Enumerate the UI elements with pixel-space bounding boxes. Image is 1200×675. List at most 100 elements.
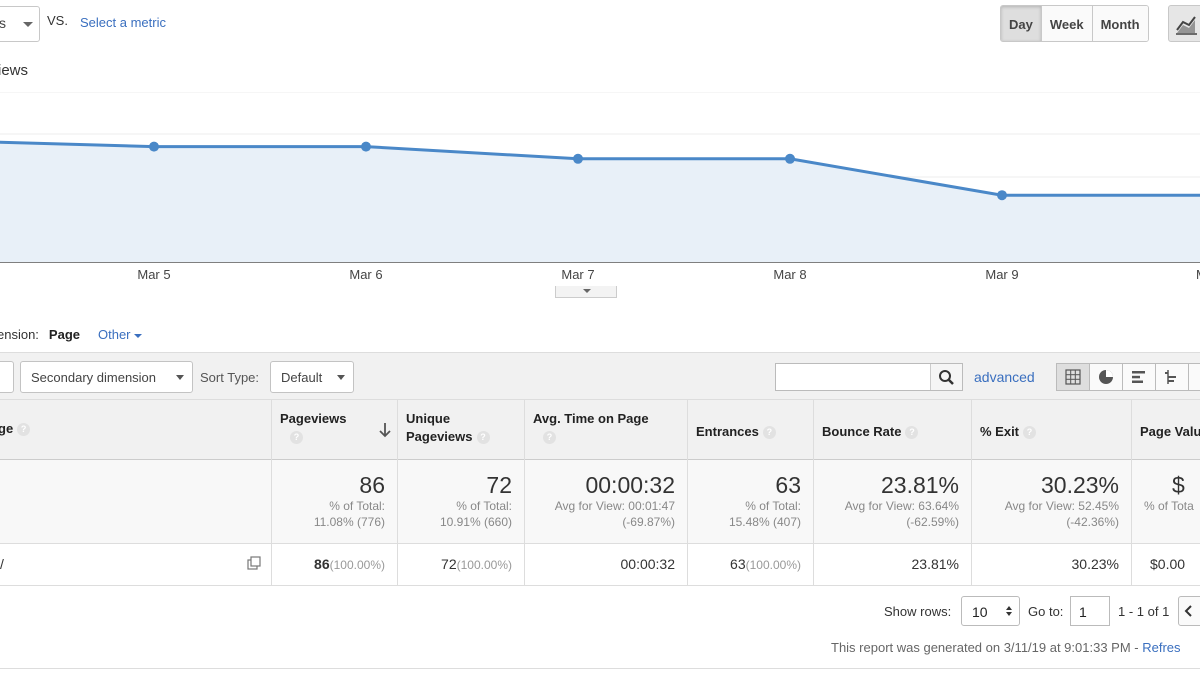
- col-unique-label-1: Unique: [406, 411, 451, 426]
- total-entrances-sub2: 15.48% (407): [728, 514, 801, 529]
- row-entrances-value: 63: [730, 556, 746, 572]
- total-page-value: $ % of Tota: [1131, 460, 1200, 544]
- x-tick-label: Mar 5: [137, 267, 170, 282]
- total-unique-value: 72: [486, 472, 512, 498]
- dimension-other[interactable]: Other: [98, 327, 142, 342]
- table-grid-icon: [1065, 369, 1081, 385]
- search-button[interactable]: [930, 364, 962, 390]
- pagination-range: 1 - 1 of 1: [1118, 604, 1170, 619]
- row-unique-pct: (100.00%): [456, 558, 512, 572]
- col-bounce-label: Bounce Rate: [822, 424, 902, 439]
- total-unique: 72 % of Total: 10.91% (660): [397, 460, 524, 544]
- report-generated-label: This report was generated on 3/11/19 at …: [831, 640, 1143, 655]
- row-exit: 30.23%: [971, 544, 1131, 586]
- table-row[interactable]: / 86(100.00%) 72(100.00%) 00:00:32 63(10…: [0, 544, 1200, 586]
- period-month-button[interactable]: Month: [1092, 6, 1148, 41]
- total-entrances-sub1: % of Total:: [745, 499, 801, 513]
- total-page-value-value: $: [1172, 472, 1185, 498]
- total-unique-sub2: 10.91% (660): [439, 514, 512, 529]
- total-unique-sub1: % of Total:: [456, 499, 512, 513]
- total-bounce: 23.81% Avg for View: 63.64% (-62.59%): [813, 460, 971, 544]
- refresh-report-link[interactable]: Refres: [1142, 640, 1180, 655]
- x-tick-label: Mar 6: [349, 267, 382, 282]
- help-icon[interactable]: ?: [762, 426, 776, 440]
- col-unique-pageviews[interactable]: Unique Pageviews?: [397, 400, 524, 460]
- col-entrances[interactable]: Entrances?: [687, 400, 813, 460]
- col-page[interactable]: ge?: [0, 400, 271, 460]
- select-metric-link[interactable]: Select a metric: [80, 15, 166, 30]
- chart-type-button[interactable]: [1168, 5, 1200, 42]
- period-week-button[interactable]: Week: [1041, 6, 1093, 41]
- chevron-down-icon: [133, 333, 142, 338]
- row-pageviews-value: 86: [314, 556, 330, 572]
- col-pageviews[interactable]: Pageviews ?: [271, 400, 397, 460]
- show-rows-value: 10: [972, 604, 988, 620]
- col-bounce-rate[interactable]: Bounce Rate?: [813, 400, 971, 460]
- row-entrances: 63(100.00%): [687, 544, 813, 586]
- show-rows-select[interactable]: 10: [961, 596, 1020, 626]
- open-link-icon[interactable]: [247, 556, 261, 570]
- total-bounce-value: 23.81%: [880, 472, 959, 498]
- row-entrances-pct: (100.00%): [745, 558, 801, 572]
- sort-type-value: Default: [281, 370, 323, 385]
- view-table-button[interactable]: [1056, 363, 1090, 391]
- total-avg-time: 00:00:32 Avg for View: 00:01:47 (-69.87%…: [524, 460, 687, 544]
- help-icon[interactable]: ?: [1023, 426, 1037, 440]
- dimension-page[interactable]: Page: [49, 327, 80, 342]
- chart-collapse-handle[interactable]: [555, 286, 617, 298]
- total-pageviews-sub1: % of Total:: [329, 499, 385, 513]
- table-search-input[interactable]: [775, 363, 963, 391]
- row-bounce: 23.81%: [813, 544, 971, 586]
- goto-page-input[interactable]: 1: [1070, 596, 1110, 626]
- help-icon[interactable]: ?: [905, 426, 919, 440]
- show-rows-label: Show rows:: [884, 604, 952, 619]
- col-page-value[interactable]: Page Valu: [1131, 400, 1200, 460]
- total-pageviews-value: 86: [359, 472, 385, 498]
- total-avg-time-sub1: Avg for View: 00:01:47: [554, 499, 675, 513]
- total-exit-sub1: Avg for View: 52.45%: [1004, 499, 1119, 513]
- view-comparison-button[interactable]: [1155, 363, 1189, 391]
- sort-desc-arrow-icon: [379, 423, 391, 438]
- metric-selector[interactable]: s: [0, 6, 40, 42]
- secondary-dimension-label: Secondary dimension: [31, 370, 157, 385]
- col-page-value-label: Page Valu: [1140, 424, 1200, 439]
- help-icon[interactable]: ?: [17, 423, 31, 437]
- bar-list-icon: [1132, 371, 1145, 383]
- sort-type-label: Sort Type:: [200, 370, 260, 385]
- pageviews-chart: Mar 5 Mar 6 Mar 7 Mar 8 Mar 9 M: [0, 92, 1200, 282]
- total-exit-value: 30.23%: [1040, 472, 1119, 498]
- help-icon[interactable]: ?: [543, 431, 556, 445]
- plot-rows-button[interactable]: [0, 361, 14, 393]
- primary-dimension-row: ension: Page Other: [0, 327, 142, 342]
- col-avg-time[interactable]: Avg. Time on Page ?: [524, 400, 687, 460]
- view-performance-button[interactable]: [1122, 363, 1156, 391]
- dimension-other-label: Other: [98, 327, 131, 342]
- data-point: [149, 141, 159, 152]
- help-icon[interactable]: ?: [290, 431, 303, 445]
- previous-page-button[interactable]: [1178, 596, 1200, 626]
- col-pageviews-label: Pageviews: [280, 411, 347, 426]
- col-page-label: ge: [0, 421, 14, 436]
- col-exit[interactable]: % Exit?: [971, 400, 1131, 460]
- secondary-dimension-select[interactable]: Secondary dimension: [20, 361, 193, 393]
- pie-chart-icon: [1099, 370, 1113, 384]
- advanced-filter-link[interactable]: advanced: [974, 369, 1035, 385]
- report-generated-text: This report was generated on 3/11/19 at …: [831, 640, 1181, 655]
- col-avg-time-label: Avg. Time on Page: [533, 411, 649, 426]
- col-entrances-label: Entrances: [696, 424, 759, 439]
- total-pageviews: 86 % of Total: 11.08% (776): [271, 460, 397, 544]
- row-pageviews-pct: (100.00%): [329, 558, 385, 572]
- total-bounce-sub2: (-62.59%): [906, 514, 959, 529]
- view-pie-button[interactable]: [1089, 363, 1123, 391]
- data-point: [361, 141, 371, 152]
- row-page-link[interactable]: /: [0, 556, 4, 572]
- data-point: [785, 153, 795, 164]
- view-pivot-button[interactable]: [1188, 363, 1200, 391]
- col-exit-label: % Exit: [980, 424, 1020, 439]
- data-point: [573, 153, 583, 164]
- row-avg-time: 00:00:32: [524, 544, 687, 586]
- help-icon[interactable]: ?: [476, 431, 490, 445]
- period-day-button[interactable]: Day: [1001, 6, 1042, 41]
- sort-type-select[interactable]: Default: [270, 361, 354, 393]
- chevron-down-icon: [176, 375, 184, 380]
